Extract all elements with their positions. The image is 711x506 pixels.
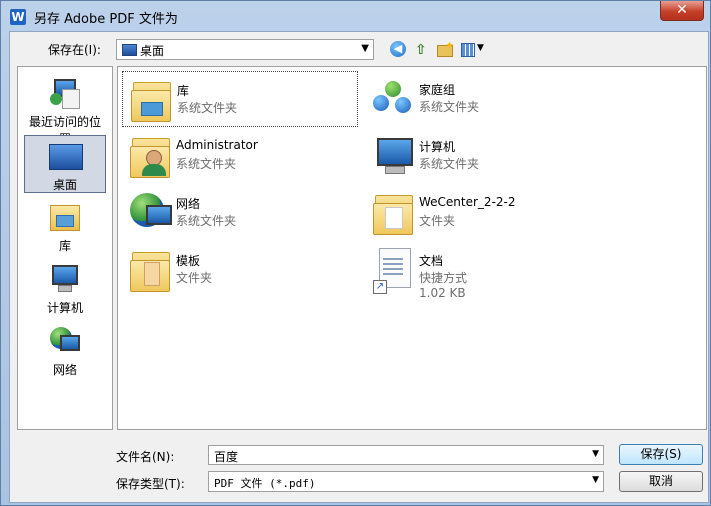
- library-icon: [129, 76, 173, 124]
- save-in-label: 保存在(I):: [48, 43, 101, 57]
- file-list: 库 系统文件夹 家庭组 系统文件夹 Administrator 系统文件夹 计算…: [117, 66, 707, 430]
- chevron-down-icon: ▼: [477, 43, 484, 53]
- desktop-icon: [122, 44, 137, 56]
- file-type: 系统文件夹: [419, 157, 480, 171]
- filename-label: 文件名(N):: [116, 450, 175, 464]
- save-in-value: 桌面: [140, 44, 165, 58]
- chevron-down-icon: ▼: [361, 43, 369, 54]
- network-icon: [48, 325, 80, 357]
- window-title: 另存 Adobe PDF 文件为: [34, 12, 178, 27]
- folder-icon: [128, 246, 172, 294]
- file-item-wecenter[interactable]: WeCenter_2-2-2 文件夹: [365, 185, 601, 241]
- back-arrow-icon: ◀: [390, 41, 406, 57]
- file-name: 模板: [176, 254, 201, 268]
- file-item-documents[interactable]: ↗ 文档 快捷方式 1.02 KB: [365, 242, 601, 312]
- file-item-templates[interactable]: 模板 文件夹: [122, 242, 358, 298]
- recent-places-icon: [48, 77, 80, 109]
- file-type: 文件夹: [419, 214, 456, 228]
- place-label: 库: [58, 239, 71, 253]
- chevron-down-icon[interactable]: ▼: [592, 449, 599, 459]
- place-label: 计算机: [46, 301, 83, 315]
- shortcut-icon: ↗: [371, 246, 415, 294]
- desktop-icon: [49, 140, 83, 172]
- sparkle-icon: ✦: [445, 39, 455, 52]
- place-recent[interactable]: 最近访问的位置: [24, 73, 106, 146]
- place-desktop[interactable]: 桌面: [24, 135, 106, 193]
- file-type: 文件夹: [176, 271, 213, 285]
- save-in-dropdown[interactable]: 桌面 ▼: [116, 39, 374, 60]
- close-button[interactable]: ✕: [660, 1, 704, 21]
- place-library[interactable]: 库: [24, 197, 106, 255]
- network-icon: [128, 189, 172, 237]
- cancel-button[interactable]: 取消: [619, 471, 703, 492]
- file-item-network[interactable]: 网络 系统文件夹: [122, 185, 358, 241]
- file-type: 系统文件夹: [419, 100, 480, 114]
- save-dialog: W 另存 Adobe PDF 文件为 ✕ 保存在(I): 桌面 ▼ ◀ ⇧ ✦ …: [0, 0, 711, 506]
- place-computer[interactable]: 计算机: [24, 259, 106, 317]
- save-button[interactable]: 保存(S): [619, 444, 703, 465]
- file-item-administrator[interactable]: Administrator 系统文件夹: [122, 128, 358, 184]
- file-item-library[interactable]: 库 系统文件夹: [122, 71, 358, 127]
- library-icon: [48, 201, 80, 233]
- filetype-label: 保存类型(T):: [116, 477, 185, 491]
- file-item-homegroup[interactable]: 家庭组 系统文件夹: [365, 71, 601, 127]
- file-type: 快捷方式: [419, 271, 468, 285]
- title-bar: W 另存 Adobe PDF 文件为 ✕: [1, 1, 710, 31]
- back-button[interactable]: ◀: [390, 41, 408, 59]
- file-name: 文档: [419, 254, 444, 268]
- computer-icon: [371, 132, 415, 180]
- filetype-select[interactable]: PDF 文件 (*.pdf) ▼: [208, 471, 604, 492]
- filename-value: 百度: [214, 450, 239, 464]
- wps-app-icon: W: [10, 9, 26, 25]
- place-network[interactable]: 网络: [24, 321, 106, 379]
- file-type: 系统文件夹: [176, 214, 237, 228]
- view-grid-icon: [461, 43, 475, 57]
- file-name: 家庭组: [419, 83, 456, 97]
- dialog-body: 保存在(I): 桌面 ▼ ◀ ⇧ ✦ ▼ 最近访问的位置: [9, 31, 709, 503]
- filetype-value: PDF 文件 (*.pdf): [214, 477, 316, 490]
- file-item-computer[interactable]: 计算机 系统文件夹: [365, 128, 601, 184]
- file-type: 系统文件夹: [177, 101, 238, 115]
- up-folder-button[interactable]: ⇧: [415, 41, 431, 59]
- file-name: 库: [177, 84, 190, 98]
- computer-icon: [48, 263, 80, 295]
- homegroup-icon: [371, 75, 415, 123]
- filename-input[interactable]: 百度 ▼: [208, 445, 604, 465]
- place-label: 网络: [52, 363, 77, 377]
- file-name: Administrator: [176, 138, 258, 152]
- place-label: 桌面: [52, 178, 77, 192]
- places-bar: 最近访问的位置 桌面 库 计算机: [17, 66, 113, 430]
- file-size: 1.02 KB: [419, 286, 466, 300]
- file-name: 计算机: [419, 140, 456, 154]
- file-type: 系统文件夹: [176, 157, 237, 171]
- file-name: 网络: [176, 197, 201, 211]
- user-folder-icon: [128, 132, 172, 180]
- views-menu-button[interactable]: ▼: [460, 41, 490, 59]
- new-folder-button[interactable]: ✦: [436, 39, 455, 59]
- folder-icon: [371, 189, 415, 237]
- file-name: WeCenter_2-2-2: [419, 195, 516, 209]
- chevron-down-icon[interactable]: ▼: [592, 475, 599, 485]
